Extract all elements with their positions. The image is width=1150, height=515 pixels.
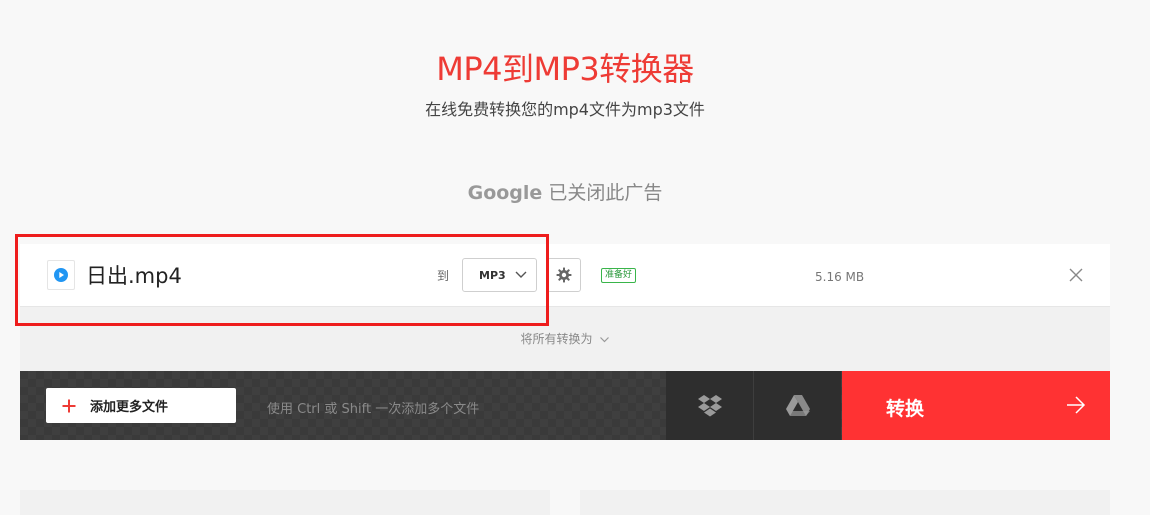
page-subtitle: 在线免费转换您的mp4文件为mp3文件 bbox=[425, 100, 705, 119]
google-logo-text: Google bbox=[467, 182, 543, 204]
google-drive-icon bbox=[785, 395, 810, 416]
file-name: 日出.mp4 bbox=[86, 264, 182, 288]
file-row: 日出.mp4 到 MP3 准备好 5.16 MB bbox=[20, 244, 1110, 307]
info-card-right bbox=[580, 490, 1110, 515]
chevron-down-icon bbox=[599, 337, 609, 343]
dropbox-icon bbox=[697, 394, 722, 416]
convert-all-dropdown[interactable]: 将所有转换为 bbox=[20, 330, 1110, 347]
gear-icon bbox=[556, 267, 572, 283]
ad-closed-text: 已关闭此广告 bbox=[548, 182, 663, 204]
file-size: 5.16 MB bbox=[815, 270, 865, 284]
convert-label: 转换 bbox=[886, 398, 925, 420]
close-icon bbox=[1069, 268, 1083, 282]
action-bar: 添加更多文件 使用 Ctrl 或 Shift 一次添加多个文件 转换 bbox=[20, 371, 1110, 440]
status-badge: 准备好 bbox=[601, 268, 637, 283]
multi-select-hint: 使用 Ctrl 或 Shift 一次添加多个文件 bbox=[267, 402, 480, 417]
settings-button[interactable] bbox=[547, 258, 581, 292]
format-select[interactable]: MP3 bbox=[462, 258, 537, 292]
google-drive-button[interactable] bbox=[754, 371, 841, 440]
remove-file-button[interactable] bbox=[1067, 266, 1085, 284]
add-more-files-button[interactable]: 添加更多文件 bbox=[46, 388, 236, 423]
to-label: 到 bbox=[437, 269, 450, 283]
convert-all-label: 将所有转换为 bbox=[520, 332, 593, 346]
dropbox-button[interactable] bbox=[666, 371, 754, 440]
play-circle-icon bbox=[47, 260, 75, 290]
arrow-right-icon bbox=[1067, 396, 1086, 414]
convert-button[interactable]: 转换 bbox=[842, 371, 1110, 440]
chevron-down-icon bbox=[515, 271, 527, 278]
add-more-files-label: 添加更多文件 bbox=[90, 400, 169, 415]
ad-closed-notice: Google 已关闭此广告 bbox=[0, 178, 1130, 205]
format-value: MP3 bbox=[479, 268, 506, 282]
info-card-left bbox=[20, 490, 550, 515]
page-title: MP4到MP3转换器 bbox=[436, 50, 694, 88]
plus-icon bbox=[62, 399, 76, 412]
